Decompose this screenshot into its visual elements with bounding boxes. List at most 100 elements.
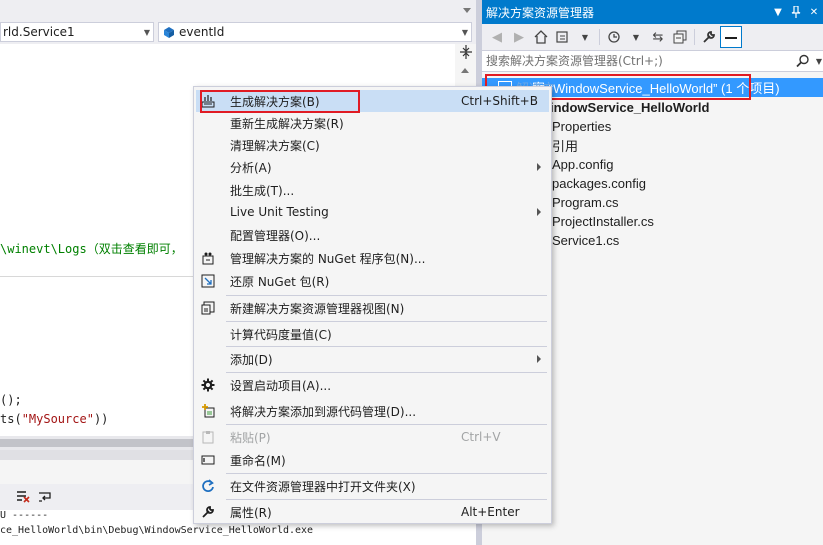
tree-item-label: indowService_HelloWorld [550,100,710,115]
sync-icon[interactable]: ⇆ [647,26,669,48]
menu-item-label: 分析(A) [230,160,272,175]
menu-item-analyze[interactable]: 分析(A) [196,156,549,178]
rename-icon [200,452,216,468]
solution-explorer-title-bar: 解决方案资源管理器 ▼ ✕ [482,0,823,24]
tree-item-label: ProjectInstaller.cs [552,214,654,229]
chevron-down-icon[interactable]: ▼ [625,26,647,48]
search-icon[interactable] [792,50,814,72]
preview-icon[interactable] [720,26,742,48]
menu-item-open-in-explorer[interactable]: 在文件资源管理器中打开文件夹(X) [196,475,549,497]
forward-icon[interactable]: ▶ [508,26,530,48]
chevron-down-icon[interactable]: ▼ [814,50,823,72]
menu-item-label: 重命名(M) [230,453,286,468]
menu-item-new-explorer-view[interactable]: 新建解决方案资源管理器视图(N) [196,297,549,319]
menu-item-live-unit-testing[interactable]: Live Unit Testing [196,201,549,223]
pending-changes-icon[interactable] [603,26,625,48]
tree-item-label: packages.config [552,176,646,191]
menu-shortcut: Ctrl+Shift+B [461,94,538,108]
window-menu-icon[interactable]: ▼ [770,4,786,20]
menu-item-label: 批生成(T)... [230,183,295,198]
menu-item-label: 计算代码度量值(C) [230,327,332,342]
menu-separator [226,473,547,474]
search-input[interactable] [482,54,792,68]
menu-item-rebuild-solution[interactable]: 重新生成解决方案(R) [196,112,549,134]
menu-item-label: 设置启动项目(A)... [230,378,332,393]
nuget-icon [200,250,216,266]
toolbar-separator [599,29,600,45]
menu-item-set-startup[interactable]: 设置启动项目(A)... [196,374,549,396]
code-line-string: ts("MySource")) [0,412,108,426]
menu-item-label: 配置管理器(O)... [230,228,321,243]
menu-item-label: 将解决方案添加到源代码管理(D)... [230,404,417,419]
tree-item-label: 解决方案 “WindowService_HelloWorld” (1 个项目) [516,78,780,97]
tree-item-label: Properties [552,119,612,134]
menu-item-restore-nuget[interactable]: 还原 NuGet 包(R) [196,270,549,292]
type-dropdown[interactable]: rld.Service1 ▼ [0,22,154,42]
menu-item-label: 属性(R) [230,505,272,520]
output-line: ce_HelloWorld\bin\Debug\WindowService_He… [0,525,314,536]
menu-shortcut: Alt+Enter [461,505,520,519]
menu-item-rename[interactable]: 重命名(M) [196,449,549,471]
menu-item-label: 清理解决方案(C) [230,138,320,153]
solution-explorer-toolbar: ◀ ▶ ▼ ▼ ⇆ [482,24,823,50]
menu-item-manage-nuget[interactable]: 管理解决方案的 NuGet 程序包(N)... [196,247,549,269]
submenu-arrow-icon [537,355,541,363]
menu-item-configuration-manager[interactable]: 配置管理器(O)... [196,224,549,246]
field-icon [161,24,177,40]
menu-item-label: 添加(D) [230,352,273,367]
build-icon [200,93,216,109]
collapse-all-icon[interactable] [669,26,691,48]
string-literal: "MySource" [21,412,94,426]
menu-separator [226,499,547,500]
scroll-up-arrow-icon[interactable] [461,68,469,73]
menu-item-properties[interactable]: 属性(R) Alt+Enter [196,501,549,523]
chevron-down-icon[interactable]: ▼ [574,26,596,48]
code-token: ts( [0,412,22,426]
source-control-icon [200,403,216,419]
scroll-down-arrow-icon[interactable] [463,8,471,13]
submenu-arrow-icon [537,208,541,216]
type-dropdown-value: rld.Service1 [3,25,75,39]
code-line-comment: \winevt\Logs（双击查看即可， [0,242,183,256]
wrench-icon [200,504,216,520]
menu-item-add[interactable]: 添加(D) [196,348,549,370]
solution-search-box[interactable]: ▼ [482,50,823,72]
menu-item-add-source-control[interactable]: 将解决方案添加到源代码管理(D)... [196,400,549,422]
back-icon[interactable]: ◀ [486,26,508,48]
tree-item-label: Service1.cs [552,233,620,248]
menu-item-build-solution[interactable]: 生成解决方案(B) Ctrl+Shift+B [196,90,549,112]
editor-top-scroll-strip [0,0,476,20]
menu-separator [226,321,547,322]
chevron-down-icon[interactable]: ▼ [459,23,471,41]
menu-shortcut: Ctrl+V [461,430,501,444]
menu-item-label: 生成解决方案(B) [230,94,320,109]
chevron-down-icon[interactable]: ▼ [141,23,153,41]
menu-separator [226,372,547,373]
pin-icon[interactable] [788,4,804,20]
menu-item-batch-build[interactable]: 批生成(T)... [196,179,549,201]
restore-icon [200,273,216,289]
tree-item-label: App.config [552,157,614,172]
word-wrap-icon[interactable] [34,486,56,508]
menu-separator [226,424,547,425]
split-window-icon[interactable] [458,44,474,60]
solution-explorer-title: 解决方案资源管理器 [486,5,595,20]
menu-item-code-metrics[interactable]: 计算代码度量值(C) [196,323,549,345]
menu-separator [226,346,547,347]
menu-item-label: 重新生成解决方案(R) [230,116,344,131]
menu-item-label: 管理解决方案的 NuGet 程序包(N)... [230,251,426,266]
menu-item-paste[interactable]: 粘贴(P) Ctrl+V [196,426,549,448]
new-view-icon [200,300,216,316]
home-icon[interactable] [530,26,552,48]
menu-item-clean-solution[interactable]: 清理解决方案(C) [196,134,549,156]
submenu-arrow-icon [537,163,541,171]
member-dropdown[interactable]: eventId ▼ [158,22,472,42]
switch-views-icon[interactable] [552,26,574,48]
close-icon[interactable]: ✕ [806,4,822,20]
menu-item-label: 新建解决方案资源管理器视图(N) [230,301,405,316]
solution-label: 案 “WindowService_HelloWorld” (1 个项目) [532,81,780,96]
wrench-icon[interactable] [698,26,720,48]
code-token: )) [93,412,109,426]
tree-item-label: Program.cs [552,195,619,210]
clear-all-icon[interactable] [12,486,34,508]
